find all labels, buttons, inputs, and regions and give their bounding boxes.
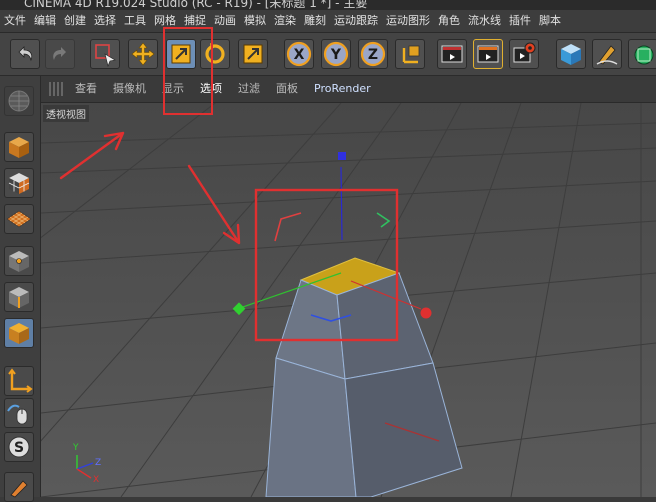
points-mode-icon xyxy=(9,251,29,272)
x-axis-lock-icon: X xyxy=(286,41,312,67)
y-axis-lock-button[interactable]: Y xyxy=(321,39,351,69)
menu-select[interactable]: 选择 xyxy=(90,10,120,32)
render-view-button[interactable] xyxy=(437,39,467,69)
workplane-mode-icon xyxy=(6,210,32,228)
subdivision-icon xyxy=(634,45,654,65)
window-titlebar: CINEMA 4D R19.024 Studio (RC - R19) - [未… xyxy=(0,0,656,10)
move-icon xyxy=(131,42,155,66)
recent-tool-button[interactable] xyxy=(238,39,268,69)
y-axis-lock-icon: Y xyxy=(323,41,349,67)
menu-simulate[interactable]: 模拟 xyxy=(240,10,270,32)
main-menubar: 文件 编辑 创建 选择 工具 网格 捕捉 动画 模拟 渲染 雕刻 运动跟踪 运动图形 角色 流水线 插件 脚本 xyxy=(0,10,656,33)
menu-sculpt[interactable]: 雕刻 xyxy=(300,10,330,32)
menu-motion-tracker[interactable]: 运动跟踪 xyxy=(330,10,382,32)
texture-mode-button[interactable] xyxy=(4,168,34,198)
mode-sidebar: S xyxy=(0,76,41,502)
recent-tool-icon xyxy=(243,44,263,64)
move-button[interactable] xyxy=(128,39,158,69)
svg-text:X: X xyxy=(294,47,305,63)
perspective-viewport[interactable]: 透视视图 Y Z X xyxy=(41,103,656,497)
menu-character[interactable]: 角色 xyxy=(434,10,464,32)
snap-button[interactable]: S xyxy=(4,432,34,462)
menu-script[interactable]: 脚本 xyxy=(535,10,565,32)
edges-mode-icon xyxy=(9,287,29,308)
make-editable-icon xyxy=(8,90,30,112)
axis-label-z: Z xyxy=(95,458,102,468)
viewport-menu-prorender[interactable]: ProRender xyxy=(306,76,379,102)
axis-mode-icon xyxy=(8,368,33,393)
coordinate-system-icon xyxy=(402,45,420,64)
render-settings-button[interactable] xyxy=(509,39,539,69)
z-axis-lock-button[interactable]: Z xyxy=(358,39,388,69)
truncated-pyramid-object xyxy=(265,257,463,497)
menu-edit[interactable]: 编辑 xyxy=(30,10,60,32)
make-editable-button[interactable] xyxy=(4,86,34,116)
model-mode-button[interactable] xyxy=(4,132,34,162)
window-title: CINEMA 4D R19.024 Studio (RC - R19) - [未… xyxy=(24,0,368,10)
axis-mode-button[interactable] xyxy=(4,366,34,396)
snap-icon: S xyxy=(8,436,30,458)
viewport-menu-cameras[interactable]: 摄像机 xyxy=(105,76,154,102)
viewport-drag-handle[interactable] xyxy=(49,82,63,96)
tweak-mode-icon xyxy=(7,404,28,425)
polygons-mode-icon xyxy=(9,323,29,344)
menu-pipeline[interactable]: 流水线 xyxy=(464,10,505,32)
texture-mode-icon xyxy=(8,173,30,194)
viewport-label: 透视视图 xyxy=(43,105,89,122)
live-selection-icon xyxy=(95,44,116,67)
viewport-menu-filter[interactable]: 过滤 xyxy=(230,76,268,102)
redo-button[interactable] xyxy=(45,39,75,69)
undo-icon xyxy=(18,46,33,62)
render-view-icon xyxy=(441,45,463,63)
menu-animate[interactable]: 动画 xyxy=(210,10,240,32)
svg-text:Y: Y xyxy=(330,47,342,63)
cube-button[interactable] xyxy=(556,39,586,69)
undo-button[interactable] xyxy=(10,39,40,69)
menu-render[interactable]: 渲染 xyxy=(270,10,300,32)
annotation-highlight-scale-tool xyxy=(163,27,213,115)
viewport-menubar: 查看 摄像机 显示 选项 过滤 面板 ProRender xyxy=(41,76,656,103)
paint-button[interactable] xyxy=(4,472,34,502)
pen-button[interactable] xyxy=(592,39,622,69)
live-selection-button[interactable] xyxy=(90,39,120,69)
menu-mograph[interactable]: 运动图形 xyxy=(382,10,434,32)
viewport-menu-view[interactable]: 查看 xyxy=(67,76,105,102)
coordinate-system-button[interactable] xyxy=(395,39,425,69)
z-axis-lock-icon: Z xyxy=(360,41,386,67)
viewport-menu-panel[interactable]: 面板 xyxy=(268,76,306,102)
render-to-picture-viewer-icon xyxy=(477,45,499,63)
pen-icon xyxy=(596,45,618,65)
points-mode-button[interactable] xyxy=(4,246,34,276)
redo-icon xyxy=(53,47,66,60)
x-axis-lock-button[interactable]: X xyxy=(284,39,314,69)
viewport-scene xyxy=(41,103,656,497)
polygons-mode-button[interactable] xyxy=(4,318,34,348)
cube-icon xyxy=(561,44,581,65)
tweak-mode-button[interactable] xyxy=(4,398,34,428)
menu-create[interactable]: 创建 xyxy=(60,10,90,32)
menu-file[interactable]: 文件 xyxy=(0,10,30,32)
axis-label-x: X xyxy=(93,475,100,485)
axis-label-y: Y xyxy=(73,443,79,453)
workplane-mode-button[interactable] xyxy=(4,204,34,234)
render-to-picture-viewer-button[interactable] xyxy=(473,39,503,69)
svg-text:S: S xyxy=(14,440,24,456)
edges-mode-button[interactable] xyxy=(4,282,34,312)
menu-plugins[interactable]: 插件 xyxy=(505,10,535,32)
world-axis-indicator xyxy=(76,455,94,479)
menu-tools[interactable]: 工具 xyxy=(120,10,150,32)
model-mode-icon xyxy=(9,137,29,158)
svg-text:Z: Z xyxy=(368,47,378,63)
render-settings-icon xyxy=(513,42,536,63)
subdivision-button[interactable] xyxy=(628,39,656,69)
main-toolbar: X Y Z xyxy=(0,33,656,76)
